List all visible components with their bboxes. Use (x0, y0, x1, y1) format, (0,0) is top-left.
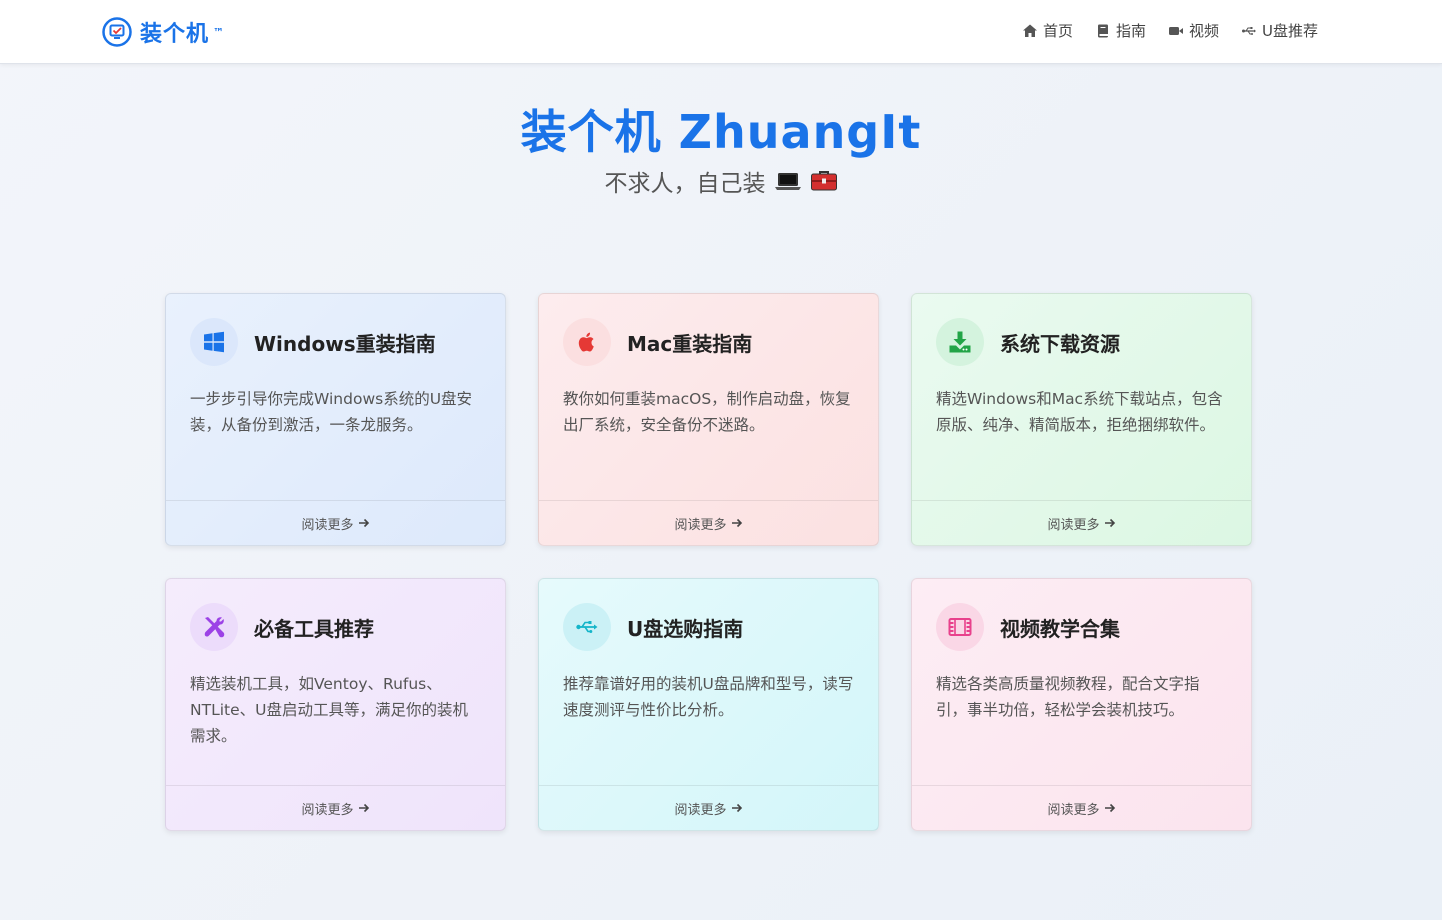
read-more-label: 阅读更多 (301, 517, 354, 533)
card-usb-guide[interactable]: U盘选购指南 推荐靠谱好用的装机U盘品牌和型号，读写速度测评与性价比分析。 阅读… (538, 578, 879, 831)
card-description: 教你如何重装macOS，制作启动盘，恢复出厂系统，安全备份不迷路。 (563, 390, 851, 434)
hero-subtitle-row: 不求人，自己装 (0, 164, 1442, 198)
card-icon-badge (563, 603, 611, 651)
feature-cards-grid: Windows重装指南 一步步引导你完成Windows系统的U盘安装，从备份到激… (165, 293, 1253, 831)
read-more-link[interactable]: 阅读更多 (912, 500, 1251, 545)
brand-name: 装个机 (140, 22, 210, 47)
top-navbar: 装个机 ™ 首页 指南 视频 U盘推荐 (0, 0, 1442, 64)
card-title: 必备工具推荐 (254, 616, 374, 641)
card-description: 精选各类高质量视频教程，配合文字指引，事半功倍，轻松学会装机技巧。 (936, 675, 1200, 719)
brand-trademark: ™ (213, 25, 225, 39)
nav-links: 首页 指南 视频 U盘推荐 (1022, 20, 1318, 41)
windows-icon (204, 331, 224, 353)
card-icon-badge (563, 318, 611, 366)
read-more-label: 阅读更多 (674, 517, 727, 533)
card-icon-badge (190, 603, 238, 651)
card-description: 一步步引导你完成Windows系统的U盘安装，从备份到激活，一条龙服务。 (190, 390, 473, 434)
read-more-link[interactable]: 阅读更多 (166, 785, 505, 830)
nav-usb[interactable]: U盘推荐 (1241, 20, 1318, 41)
read-more-label: 阅读更多 (1047, 802, 1100, 818)
arrow-right-icon (358, 518, 369, 528)
nav-home[interactable]: 首页 (1022, 20, 1073, 41)
home-icon (1022, 24, 1037, 37)
arrow-right-icon (1104, 803, 1115, 813)
download-icon (949, 331, 971, 353)
read-more-label: 阅读更多 (1047, 517, 1100, 533)
toolbox-emoji-icon (810, 171, 837, 191)
read-more-link[interactable]: 阅读更多 (912, 785, 1251, 830)
card-title: 系统下载资源 (1000, 331, 1120, 356)
arrow-right-icon (731, 803, 742, 813)
nav-home-label: 首页 (1042, 22, 1073, 40)
tools-icon (204, 617, 225, 638)
card-title: Mac重装指南 (627, 331, 753, 356)
film-icon (948, 618, 972, 636)
read-more-link[interactable]: 阅读更多 (539, 785, 878, 830)
arrow-right-icon (358, 803, 369, 813)
card-windows-guide[interactable]: Windows重装指南 一步步引导你完成Windows系统的U盘安装，从备份到激… (165, 293, 506, 546)
apple-icon (578, 332, 594, 352)
video-camera-icon (1169, 26, 1183, 35)
usb-icon (1242, 26, 1257, 35)
book-icon (1097, 24, 1108, 37)
card-title: U盘选购指南 (627, 616, 744, 641)
read-more-link[interactable]: 阅读更多 (539, 500, 878, 545)
nav-video-label: 视频 (1189, 22, 1220, 40)
hero-subtitle: 不求人，自己装 (604, 171, 766, 197)
card-system-downloads[interactable]: 系统下载资源 精选Windows和Mac系统下载站点，包含原版、纯净、精简版本，… (911, 293, 1252, 546)
card-icon-badge (936, 603, 984, 651)
hero-title: 装个机 ZhuangIt (520, 105, 922, 159)
nav-usb-label: U盘推荐 (1262, 22, 1318, 40)
card-title: 视频教学合集 (1000, 616, 1120, 641)
card-description: 精选Windows和Mac系统下载站点，包含原版、纯净、精简版本，拒绝捆绑软件。 (936, 390, 1223, 434)
usb-icon (576, 621, 598, 633)
read-more-label: 阅读更多 (301, 802, 354, 818)
card-tools-recommend[interactable]: 必备工具推荐 精选装机工具，如Ventoy、Rufus、NTLite、U盘启动工… (165, 578, 506, 831)
nav-guide[interactable]: 指南 (1095, 20, 1146, 41)
monitor-check-icon (102, 17, 132, 47)
card-mac-guide[interactable]: Mac重装指南 教你如何重装macOS，制作启动盘，恢复出厂系统，安全备份不迷路… (538, 293, 879, 546)
read-more-label: 阅读更多 (674, 802, 727, 818)
laptop-emoji-icon (774, 173, 801, 190)
nav-guide-label: 指南 (1115, 22, 1146, 40)
arrow-right-icon (731, 518, 742, 528)
read-more-link[interactable]: 阅读更多 (166, 500, 505, 545)
card-description: 推荐靠谱好用的装机U盘品牌和型号，读写速度测评与性价比分析。 (563, 675, 854, 719)
card-icon-badge (190, 318, 238, 366)
brand-logo-link[interactable]: 装个机 ™ (102, 16, 224, 48)
card-title: Windows重装指南 (254, 331, 436, 356)
card-video-collection[interactable]: 视频教学合集 精选各类高质量视频教程，配合文字指引，事半功倍，轻松学会装机技巧。… (911, 578, 1252, 831)
arrow-right-icon (1104, 518, 1115, 528)
card-icon-badge (936, 318, 984, 366)
nav-video[interactable]: 视频 (1168, 20, 1219, 41)
card-description: 精选装机工具，如Ventoy、Rufus、NTLite、U盘启动工具等，满足你的… (190, 675, 468, 745)
